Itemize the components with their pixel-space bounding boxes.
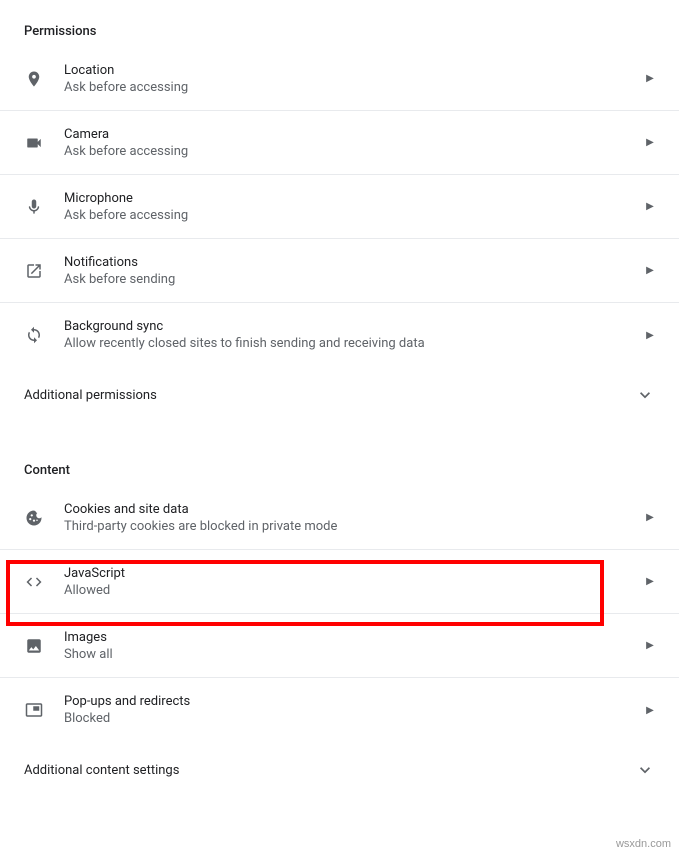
chevron-right-icon: ▶: [645, 201, 655, 212]
images-subtitle: Show all: [64, 647, 645, 662]
microphone-title: Microphone: [64, 191, 645, 206]
notifications-row[interactable]: Notifications Ask before sending ▶: [0, 239, 679, 303]
chevron-right-icon: ▶: [645, 137, 655, 148]
cookies-title: Cookies and site data: [64, 502, 645, 517]
chevron-right-icon: ▶: [645, 73, 655, 84]
javascript-title: JavaScript: [64, 566, 645, 581]
chevron-right-icon: ▶: [645, 576, 655, 587]
watermark: wsxdn.com: [616, 838, 671, 850]
chevron-down-icon: [635, 385, 655, 405]
chevron-right-icon: ▶: [645, 330, 655, 341]
notifications-icon: [24, 261, 44, 281]
chevron-right-icon: ▶: [645, 705, 655, 716]
location-icon: [24, 69, 44, 89]
microphone-row[interactable]: Microphone Ask before accessing ▶: [0, 175, 679, 239]
popups-title: Pop-ups and redirects: [64, 694, 645, 709]
permissions-header: Permissions: [0, 0, 679, 47]
additional-content-row[interactable]: Additional content settings: [0, 742, 679, 798]
background-sync-title: Background sync: [64, 319, 645, 334]
popups-subtitle: Blocked: [64, 711, 645, 726]
javascript-subtitle: Allowed: [64, 583, 645, 598]
background-sync-row[interactable]: Background sync Allow recently closed si…: [0, 303, 679, 367]
microphone-subtitle: Ask before accessing: [64, 208, 645, 223]
content-header: Content: [0, 439, 679, 486]
chevron-right-icon: ▶: [645, 265, 655, 276]
location-row[interactable]: Location Ask before accessing ▶: [0, 47, 679, 111]
images-row[interactable]: Images Show all ▶: [0, 614, 679, 678]
chevron-right-icon: ▶: [645, 640, 655, 651]
cookies-row[interactable]: Cookies and site data Third-party cookie…: [0, 486, 679, 550]
image-icon: [24, 636, 44, 656]
camera-icon: [24, 133, 44, 153]
chevron-right-icon: ▶: [645, 512, 655, 523]
sync-icon: [24, 325, 44, 345]
camera-title: Camera: [64, 127, 645, 142]
cookie-icon: [24, 508, 44, 528]
popup-icon: [24, 700, 44, 720]
additional-permissions-row[interactable]: Additional permissions: [0, 367, 679, 423]
popups-row[interactable]: Pop-ups and redirects Blocked ▶: [0, 678, 679, 742]
code-icon: [24, 572, 44, 592]
microphone-icon: [24, 197, 44, 217]
javascript-row[interactable]: JavaScript Allowed ▶: [0, 550, 679, 614]
chevron-down-icon: [635, 760, 655, 780]
camera-row[interactable]: Camera Ask before accessing ▶: [0, 111, 679, 175]
additional-content-label: Additional content settings: [24, 763, 179, 778]
location-subtitle: Ask before accessing: [64, 80, 645, 95]
background-sync-subtitle: Allow recently closed sites to finish se…: [64, 336, 645, 351]
images-title: Images: [64, 630, 645, 645]
cookies-subtitle: Third-party cookies are blocked in priva…: [64, 519, 645, 534]
additional-permissions-label: Additional permissions: [24, 388, 157, 403]
location-title: Location: [64, 63, 645, 78]
camera-subtitle: Ask before accessing: [64, 144, 645, 159]
notifications-title: Notifications: [64, 255, 645, 270]
notifications-subtitle: Ask before sending: [64, 272, 645, 287]
